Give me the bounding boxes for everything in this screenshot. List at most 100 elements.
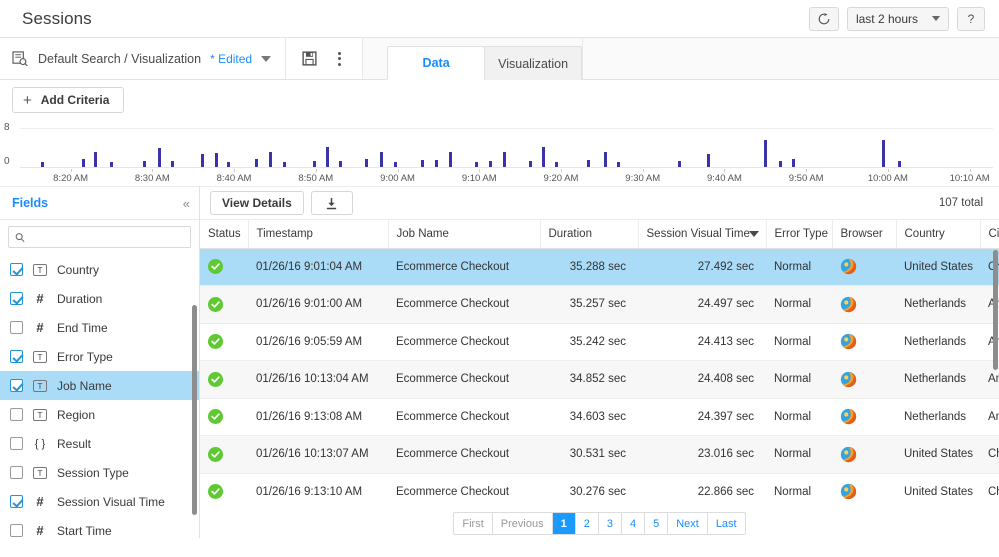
column-header-timestamp[interactable]: Timestamp	[248, 220, 389, 249]
y-axis-min-label: 0	[4, 156, 10, 167]
table-row[interactable]: 01/26/16 9:13:08 AM Ecommerce Checkout 34.…	[200, 398, 999, 436]
download-button[interactable]	[310, 191, 353, 215]
results-vertical-scrollbar[interactable]	[993, 250, 998, 370]
sort-descending-icon[interactable]	[748, 231, 759, 237]
column-header-browser[interactable]: Browser	[832, 220, 897, 249]
field-label: Job Name	[57, 378, 112, 393]
cell-job-name: Ecommerce Checkout	[388, 473, 540, 509]
field-label: Session Visual Time	[57, 494, 165, 509]
fields-search-box[interactable]	[8, 226, 191, 248]
table-row[interactable]: 01/26/16 10:13:04 AM Ecommerce Checkout 34…	[200, 360, 999, 399]
tab-data[interactable]: Data	[387, 46, 486, 80]
refresh-icon	[818, 12, 830, 24]
add-criteria-button[interactable]: + Add Criteria	[12, 87, 125, 113]
more-options-button[interactable]	[326, 46, 352, 72]
pagination-next[interactable]: Next	[668, 513, 708, 534]
sidebar-field-session-visual-time[interactable]: # Session Visual Time	[0, 487, 199, 516]
chart-bar	[200, 153, 204, 167]
chart-bar	[227, 162, 231, 167]
firefox-icon	[840, 334, 857, 350]
field-checkbox[interactable]	[10, 408, 23, 421]
number-type-icon: #	[36, 320, 44, 335]
chart-bar	[158, 147, 162, 167]
refresh-button[interactable]	[808, 6, 839, 31]
column-header-city[interactable]: City	[980, 220, 999, 249]
x-axis-tick-label: 10:10 AM	[949, 173, 990, 184]
cell-browser	[832, 435, 896, 474]
table-row[interactable]: 01/26/16 9:01:04 AM Ecommerce Checkout 35.…	[200, 248, 999, 286]
view-details-button[interactable]: View Details	[210, 191, 304, 215]
chart-bar	[269, 152, 273, 167]
firefox-icon	[840, 259, 857, 275]
chart-bar	[435, 159, 439, 167]
fields-scrollbar[interactable]	[192, 305, 197, 515]
sidebar-field-start-time[interactable]: # Start Time	[0, 516, 199, 538]
tab-visualization[interactable]: Visualization	[484, 46, 583, 80]
field-checkbox[interactable]	[10, 495, 23, 508]
sidebar-field-region[interactable]: T Region	[0, 400, 199, 429]
text-type-icon: T	[33, 263, 47, 276]
timeline-histogram: 8 0 8:20 AM 8:30 AM 8:40 AM 8:50 AM 9:00 AM 9…	[0, 120, 999, 187]
field-checkbox[interactable]	[10, 350, 23, 363]
column-header-duration[interactable]: Duration	[540, 220, 639, 249]
pagination-last[interactable]: Last	[707, 513, 745, 534]
cell-browser	[832, 248, 896, 286]
search-icon	[15, 232, 25, 242]
column-header-status[interactable]: Status	[200, 220, 249, 249]
chart-plot-area[interactable]	[20, 128, 993, 168]
pagination: First Previous 1 2 3 4 5 Next Last	[200, 509, 999, 538]
chevron-down-icon	[932, 16, 940, 21]
pagination-3[interactable]: 3	[598, 513, 622, 534]
field-checkbox[interactable]	[10, 263, 23, 276]
time-range-value: last 2 hours	[855, 11, 918, 26]
time-range-select[interactable]: last 2 hours	[846, 6, 949, 31]
pagination-4[interactable]: 4	[621, 513, 646, 534]
field-checkbox[interactable]	[10, 321, 23, 334]
cell-session-visual-time: 24.413 sec	[638, 323, 766, 361]
field-checkbox[interactable]	[10, 292, 23, 305]
sidebar-field-duration[interactable]: # Duration	[0, 284, 199, 313]
chart-bar	[706, 154, 710, 167]
save-button[interactable]	[296, 46, 322, 72]
x-axis-tick	[969, 169, 971, 172]
column-header-session-visual-time[interactable]: Session Visual Time	[638, 220, 767, 249]
help-button[interactable]: ?	[957, 6, 985, 31]
sidebar-field-error-type[interactable]: T Error Type	[0, 342, 199, 371]
tab-visualization-label: Visualization	[498, 56, 569, 71]
field-checkbox[interactable]	[10, 466, 23, 479]
field-checkbox[interactable]	[10, 379, 23, 392]
chart-bar	[502, 152, 506, 167]
search-document-icon	[12, 51, 28, 66]
chart-bar	[541, 146, 545, 167]
x-axis-tick	[152, 169, 154, 172]
chevron-down-icon[interactable]	[261, 55, 272, 62]
pagination-1[interactable]: 1	[552, 513, 576, 534]
sidebar-field-result[interactable]: { } Result	[0, 429, 199, 458]
fields-search-input[interactable]	[30, 231, 184, 243]
sidebar-field-job-name[interactable]: T Job Name	[0, 371, 199, 400]
field-checkbox[interactable]	[10, 437, 23, 450]
sidebar-field-end-time[interactable]: # End Time	[0, 313, 199, 342]
table-row[interactable]: 01/26/16 9:01:00 AM Ecommerce Checkout 35.…	[200, 285, 999, 324]
chart-bar	[82, 159, 86, 167]
firefox-icon	[840, 296, 857, 312]
column-header-label: Job Name	[396, 227, 449, 240]
column-header-error-type[interactable]: Error Type	[766, 220, 833, 249]
pagination-5[interactable]: 5	[645, 513, 669, 534]
chart-bar	[475, 162, 479, 167]
table-row[interactable]: 01/26/16 9:13:10 AM Ecommerce Checkout 30.…	[200, 473, 999, 509]
saved-search-selector[interactable]: Default Search / Visualization * Edited	[0, 38, 287, 79]
table-row[interactable]: 01/26/16 10:13:07 AM Ecommerce Checkout 30…	[200, 435, 999, 474]
cell-browser	[832, 473, 896, 509]
pagination-2[interactable]: 2	[575, 513, 599, 534]
collapse-left-icon[interactable]: «	[183, 196, 190, 211]
column-header-country[interactable]: Country	[896, 220, 981, 249]
sidebar-field-country[interactable]: T Country	[0, 255, 199, 284]
x-axis-tick	[642, 169, 644, 172]
table-row[interactable]: 01/26/16 9:05:59 AM Ecommerce Checkout 35.…	[200, 323, 999, 361]
field-checkbox[interactable]	[10, 524, 23, 537]
column-header-job-name[interactable]: Job Name	[388, 220, 541, 249]
cell-country: United States	[896, 248, 980, 286]
status-success-icon	[208, 371, 223, 387]
sidebar-field-session-type[interactable]: T Session Type	[0, 458, 199, 487]
